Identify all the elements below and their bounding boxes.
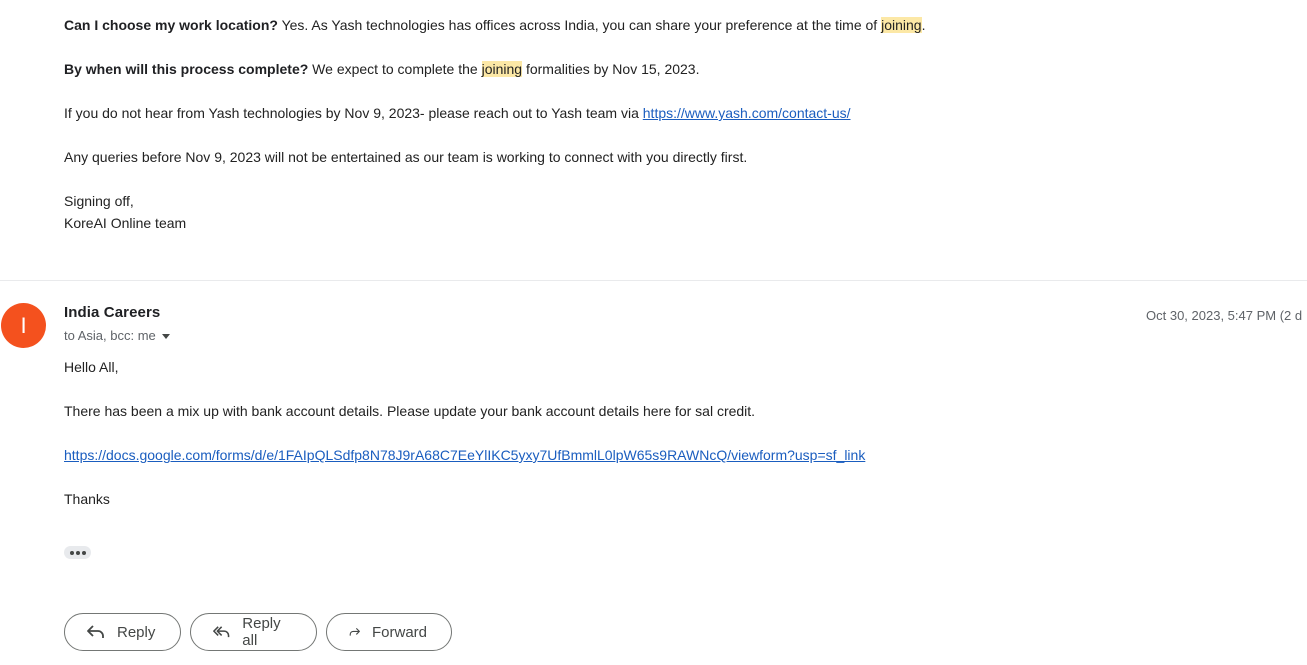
search-highlight: joining [881, 17, 922, 33]
queries-paragraph: Any queries before Nov 9, 2023 will not … [64, 149, 748, 165]
email-thread: Can I choose my work location? Yes. As Y… [0, 0, 1307, 665]
message-actions: Reply Reply all Forward [64, 613, 452, 651]
faq-work-location: Can I choose my work location? Yes. As Y… [64, 14, 1264, 36]
reply-all-arrow-icon [213, 626, 230, 638]
sign-off-team: KoreAI Online team [64, 215, 187, 231]
faq-answer-end: formalities by Nov 15, 2023. [522, 61, 700, 77]
message-timestamp: Oct 30, 2023, 5:47 PM (2 d [1146, 308, 1303, 323]
google-form-link[interactable]: https://docs.google.com/forms/d/e/1FAIpQ… [64, 447, 865, 463]
closing: Thanks [64, 491, 110, 507]
sender-name[interactable]: India Careers [64, 304, 160, 321]
forward-arrow-icon [349, 627, 360, 636]
faq-process-complete: By when will this process complete? We e… [64, 58, 1264, 80]
reply-all-label: Reply all [242, 615, 281, 649]
form-link-paragraph: https://docs.google.com/forms/d/e/1FAIpQ… [64, 444, 1264, 466]
faq-answer-end: . [921, 17, 926, 33]
search-highlight: joining [481, 61, 523, 77]
contact-text: If you do not hear from Yash technologie… [64, 105, 643, 121]
faq-question: By when will this process complete? [64, 61, 309, 77]
forward-label: Forward [371, 623, 427, 641]
faq-answer: Yes. As Yash technologies has offices ac… [277, 17, 882, 33]
faq-answer: We expect to complete the [308, 61, 482, 77]
body-paragraph: There has been a mix up with bank accoun… [64, 403, 756, 419]
reply-button[interactable]: Reply [64, 613, 181, 651]
message-divider [0, 280, 1307, 281]
contact-us-link[interactable]: https://www.yash.com/contact-us/ [643, 105, 851, 121]
previous-message-body: Can I choose my work location? Yes. As Y… [64, 14, 1264, 234]
reply-all-button[interactable]: Reply all [190, 613, 317, 651]
message-body: Hello All, There has been a mix up with … [64, 356, 1264, 532]
reply-label: Reply [117, 623, 156, 641]
greeting: Hello All, [64, 359, 119, 375]
forward-button[interactable]: Forward [326, 613, 452, 651]
contact-paragraph: If you do not hear from Yash technologie… [64, 102, 1264, 124]
faq-question: Can I choose my work location? [64, 17, 278, 33]
recipients-text: to Asia, bcc: me [64, 328, 156, 343]
recipients-line[interactable]: to Asia, bcc: me [64, 328, 170, 343]
caret-down-icon[interactable] [161, 334, 170, 339]
sign-off-line: Signing off, [64, 193, 134, 209]
reply-arrow-icon [87, 625, 104, 638]
ellipsis-icon[interactable] [64, 546, 91, 559]
sender-avatar[interactable]: I [1, 303, 46, 348]
